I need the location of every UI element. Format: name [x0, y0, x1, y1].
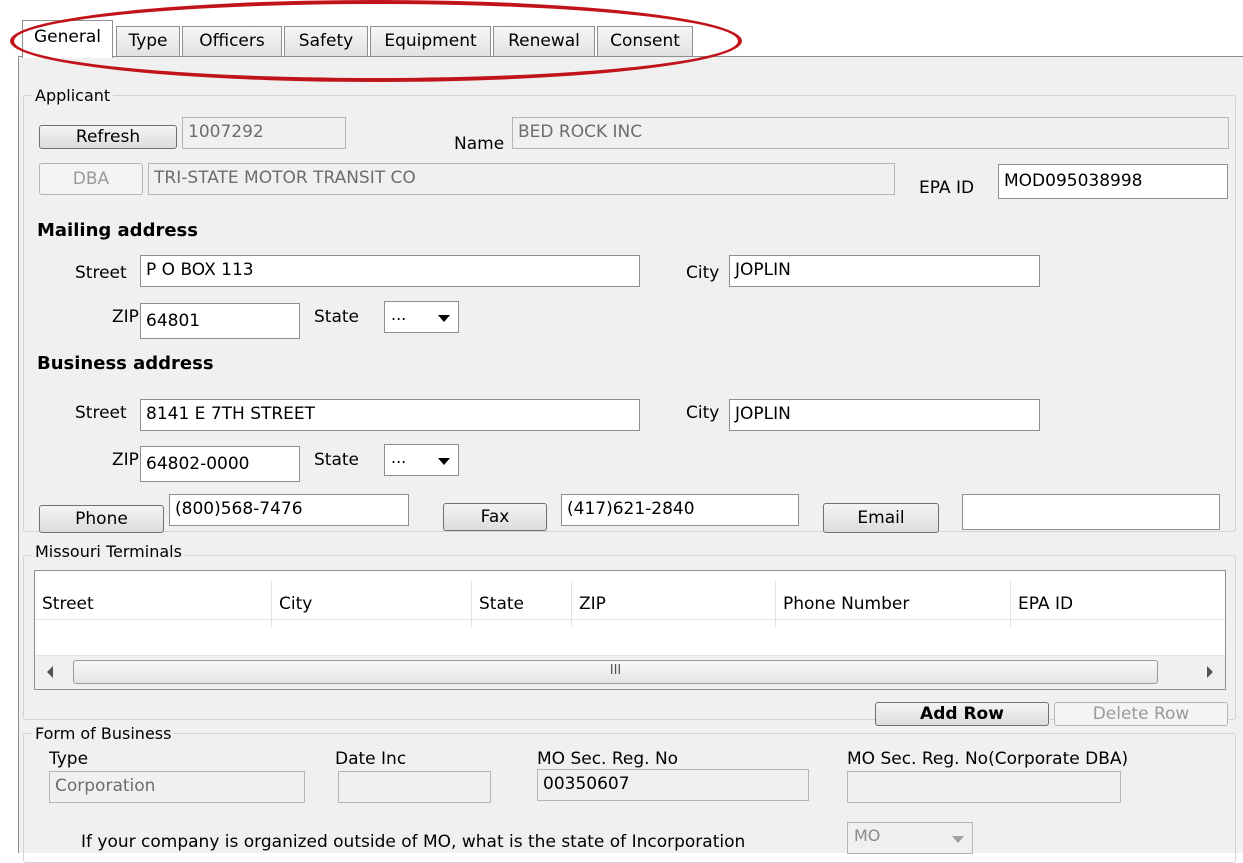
tab-equipment[interactable]: Equipment [370, 26, 491, 56]
scroll-left-icon[interactable] [47, 666, 53, 678]
business-street-field[interactable]: 8141 E 7TH STREET [140, 399, 640, 431]
type-label: Type [49, 749, 89, 769]
phone-button[interactable]: Phone [39, 505, 164, 533]
name-field: BED ROCK INC [512, 117, 1229, 149]
mo-sec-reg-label: MO Sec. Reg. No [537, 749, 679, 769]
business-state-select[interactable]: ... [384, 444, 459, 476]
tab-general[interactable]: General [22, 20, 113, 58]
incorporation-state-select[interactable]: MO [847, 822, 973, 854]
applicant-group-title: Applicant [32, 87, 114, 105]
tab-renewal[interactable]: Renewal [493, 26, 595, 56]
business-city-label: City [686, 403, 720, 423]
mailing-zip-field[interactable]: 64801 [140, 303, 300, 339]
email-field[interactable] [962, 494, 1220, 530]
tab-type[interactable]: Type [116, 26, 180, 56]
phone-field[interactable]: (800)568-7476 [169, 494, 409, 526]
scrollbar-thumb[interactable]: III [73, 660, 1158, 684]
mo-sec-reg-field: 00350607 [537, 769, 809, 801]
business-street-label: Street [75, 403, 127, 423]
terminals-table[interactable]: Street City State ZIP Phone Number EPA I… [34, 570, 1226, 690]
incorporation-question: If your company is organized outside of … [81, 832, 746, 852]
business-zip-field[interactable]: 64802-0000 [140, 446, 300, 482]
business-zip-label: ZIP [112, 450, 139, 470]
tab-officers[interactable]: Officers [182, 26, 282, 56]
incorporation-state-value: MO [854, 826, 881, 845]
business-city-field[interactable]: JOPLIN [729, 399, 1040, 431]
chevron-down-icon [438, 458, 450, 465]
mailing-state-select[interactable]: ... [384, 301, 459, 333]
general-panel: Applicant Refresh 1007292 Name BED ROCK … [18, 57, 1243, 863]
date-inc-field [338, 771, 491, 803]
chevron-down-icon [438, 315, 450, 322]
tab-safety[interactable]: Safety [284, 26, 368, 56]
mo-sec-reg-dba-label: MO Sec. Reg. No(Corporate DBA) [847, 749, 1129, 769]
table-row[interactable] [35, 619, 1225, 655]
mailing-address-heading: Mailing address [37, 220, 198, 241]
mailing-city-field[interactable]: JOPLIN [729, 255, 1040, 287]
terminals-group-title: Missouri Terminals [32, 543, 185, 561]
mailing-state-value: ... [391, 305, 407, 324]
delete-row-button[interactable]: Delete Row [1054, 702, 1228, 726]
mailing-zip-label: ZIP [112, 307, 139, 327]
add-row-button[interactable]: Add Row [875, 702, 1049, 726]
dba-field: TRI-STATE MOTOR TRANSIT CO [148, 163, 895, 195]
email-button[interactable]: Email [823, 503, 939, 533]
tab-bar: General Type Officers Safety Equipment R… [0, 0, 1243, 58]
chevron-down-icon [952, 836, 964, 843]
name-label: Name [454, 134, 505, 154]
horizontal-scrollbar[interactable]: III [35, 655, 1225, 689]
epa-id-field[interactable]: MOD095038998 [998, 164, 1228, 199]
mailing-city-label: City [686, 263, 720, 283]
business-state-value: ... [391, 448, 407, 467]
type-field: Corporation [49, 771, 305, 803]
form-of-business-group-title: Form of Business [32, 725, 175, 743]
business-state-label: State [314, 450, 359, 470]
fax-field[interactable]: (417)621-2840 [561, 494, 799, 526]
applicant-id-field: 1007292 [182, 117, 346, 149]
fax-button[interactable]: Fax [443, 503, 547, 531]
dba-button[interactable]: DBA [39, 163, 143, 195]
mailing-street-label: Street [75, 263, 127, 283]
mo-sec-reg-dba-field [847, 771, 1121, 803]
mailing-state-label: State [314, 307, 359, 327]
epa-id-label: EPA ID [919, 178, 975, 198]
scroll-right-icon[interactable] [1207, 666, 1213, 678]
business-address-heading: Business address [37, 353, 214, 374]
refresh-button[interactable]: Refresh [39, 125, 177, 149]
tab-consent[interactable]: Consent [597, 26, 693, 56]
mailing-street-field[interactable]: P O BOX 113 [140, 255, 640, 287]
date-inc-label: Date Inc [335, 749, 407, 769]
